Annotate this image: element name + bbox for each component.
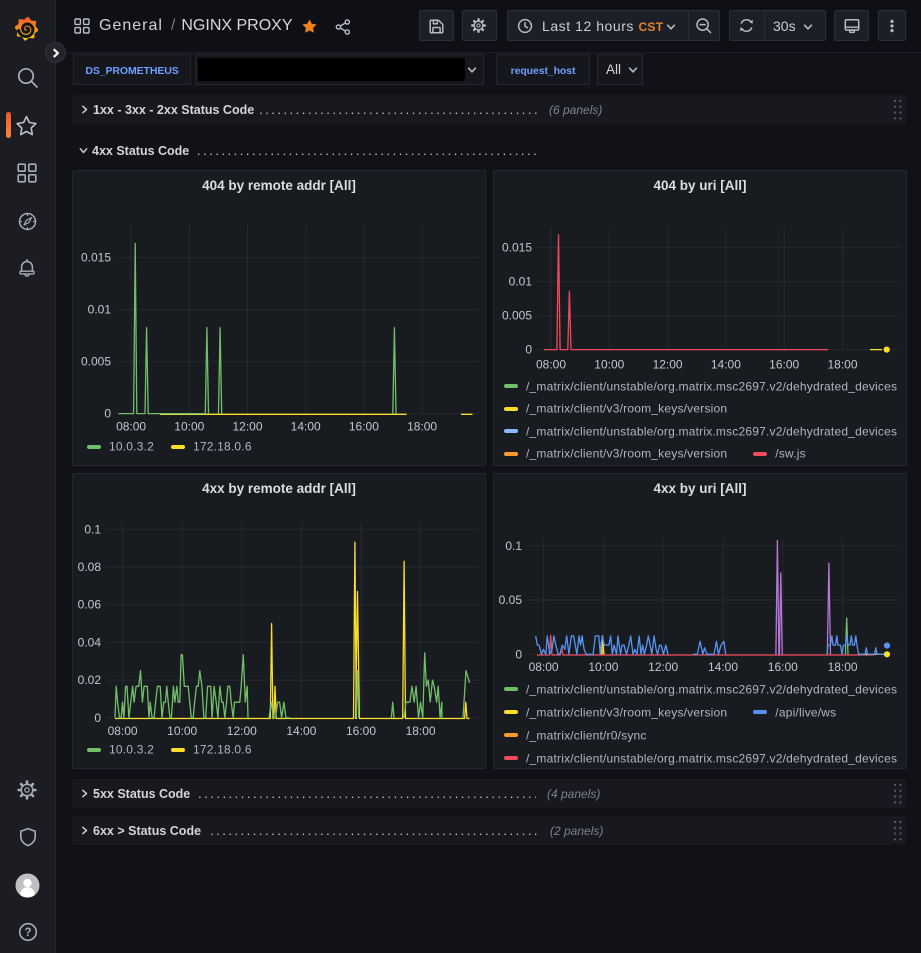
svg-text:08:00: 08:00 [108,724,138,738]
svg-text:16:00: 16:00 [768,660,798,674]
svg-text:14:00: 14:00 [286,724,316,738]
svg-text:0.08: 0.08 [78,560,102,574]
svg-text:?: ? [24,927,31,939]
svg-text:10:00: 10:00 [174,420,204,434]
svg-text:12:00: 12:00 [653,358,683,372]
svg-text:0.01: 0.01 [88,303,112,317]
svg-text:18:00: 18:00 [827,358,857,372]
svg-text:0.05: 0.05 [499,593,523,607]
svg-text:18:00: 18:00 [407,420,437,434]
svg-text:0.015: 0.015 [81,251,111,265]
svg-text:0.005: 0.005 [81,355,111,369]
svg-text:16:00: 16:00 [346,724,376,738]
svg-text:0: 0 [525,343,532,357]
svg-text:0: 0 [94,711,101,725]
svg-text:16:00: 16:00 [349,420,379,434]
svg-text:0.005: 0.005 [502,309,532,323]
svg-text:18:00: 18:00 [406,724,436,738]
svg-text:18:00: 18:00 [828,660,858,674]
svg-text:12:00: 12:00 [227,724,257,738]
svg-text:10:00: 10:00 [167,724,197,738]
svg-text:10:00: 10:00 [588,660,618,674]
svg-text:0.1: 0.1 [84,522,101,536]
svg-text:0.06: 0.06 [78,598,102,612]
svg-text:14:00: 14:00 [291,420,321,434]
svg-text:0.04: 0.04 [78,635,102,649]
svg-text:0.1: 0.1 [505,539,522,553]
svg-text:08:00: 08:00 [536,358,566,372]
svg-text:0.02: 0.02 [78,673,102,687]
svg-text:10:00: 10:00 [594,358,624,372]
svg-text:16:00: 16:00 [769,358,799,372]
svg-text:14:00: 14:00 [708,660,738,674]
svg-text:08:00: 08:00 [116,420,146,434]
svg-text:12:00: 12:00 [648,660,678,674]
svg-text:0: 0 [104,407,111,421]
svg-text:08:00: 08:00 [529,660,559,674]
svg-text:0: 0 [515,647,522,661]
svg-text:0.01: 0.01 [509,275,533,289]
svg-text:14:00: 14:00 [711,358,741,372]
svg-text:0.015: 0.015 [502,241,532,255]
svg-text:12:00: 12:00 [232,420,262,434]
